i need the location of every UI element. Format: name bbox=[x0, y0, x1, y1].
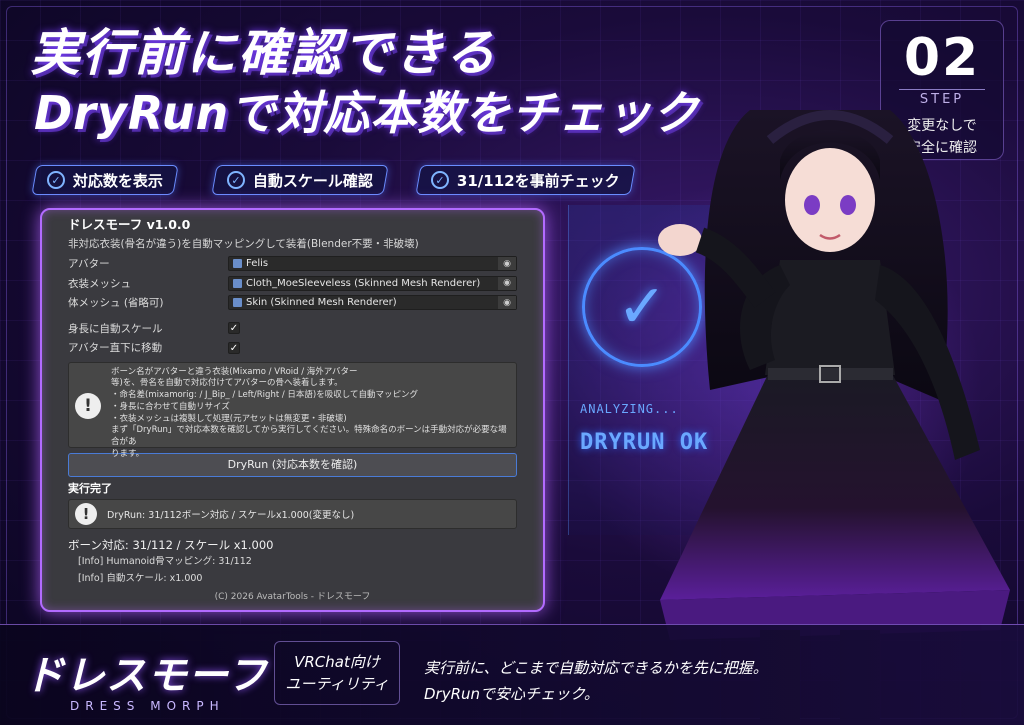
tagline-line1: 実行前に、どこまで自動対応できるかを先に把握。 bbox=[424, 659, 768, 677]
check-circle-icon: ✓ bbox=[227, 171, 245, 189]
logo-japanese: ドレスモーフ bbox=[24, 653, 268, 699]
body-mesh-label: 体メッシュ (省略可) bbox=[68, 297, 164, 310]
object-picker-icon[interactable]: ◉ bbox=[498, 296, 516, 310]
headline: 実行前に確認できる DryRunで対応本数をチェック bbox=[30, 22, 699, 142]
info-log-line: [Info] 自動スケール: x1.000 bbox=[78, 572, 203, 584]
move-under-avatar-row: アバター直下に移動 ✓ bbox=[68, 338, 517, 358]
info-log-line: [Info] Humanoid骨マッピング: 31/112 bbox=[78, 555, 252, 567]
cloth-mesh-label: 衣装メッシュ bbox=[68, 277, 131, 290]
vrc-line1: VRChat向け bbox=[294, 653, 380, 671]
avatar-field[interactable]: Felis ◉ bbox=[228, 256, 517, 272]
result-heading: 実行完了 bbox=[68, 481, 112, 495]
cloth-mesh-row: 衣装メッシュ Cloth_MoeSleeveless (Skinned Mesh… bbox=[68, 274, 517, 294]
help-line: 等)を、骨名を自動で対応付けてアバターの骨へ装着します。 bbox=[111, 378, 343, 389]
feature-chip-count: ✓ 対応数を表示 bbox=[31, 165, 179, 195]
auto-scale-label: 身長に自動スケール bbox=[68, 322, 163, 335]
headline-line2: DryRunで対応本数をチェック bbox=[34, 86, 700, 140]
feature-chip-precheck: ✓ 31/112を事前チェック bbox=[415, 165, 636, 195]
avatar-label: アバター bbox=[68, 258, 110, 271]
help-box: ! ボーン名がアバターと違う衣装(Mixamo / VRoid / 海外アバター… bbox=[68, 361, 517, 460]
avatar-row: アバター Felis ◉ bbox=[68, 254, 517, 274]
mesh-renderer-icon bbox=[233, 298, 242, 308]
help-line: ボーン名がアバターと違う衣装(Mixamo / VRoid / 海外アバター bbox=[111, 366, 358, 377]
panel-title: ドレスモーフ v1.0.0 bbox=[68, 217, 191, 232]
help-line: まず「DryRun」で対応本数を確認してから実行してください。特殊命名のボーンは… bbox=[111, 425, 507, 448]
object-picker-icon[interactable]: ◉ bbox=[498, 276, 516, 290]
mesh-renderer-icon bbox=[233, 278, 242, 288]
copyright: (C) 2026 AvatarTools - ドレスモーフ bbox=[214, 592, 371, 602]
help-line: ・衣装メッシュは複製して処理(元アセットは無変更・非破壊) bbox=[111, 413, 347, 424]
panel-subtitle: 非対応衣装(骨名が違う)を自動マッピングして装着(Blender不要・非破壊) bbox=[68, 238, 419, 250]
help-line: ・身長に合わせて自動リサイズ bbox=[111, 401, 230, 412]
auto-scale-checkbox[interactable]: ✓ bbox=[228, 322, 240, 335]
info-exclamation-icon: ! bbox=[75, 502, 97, 525]
help-text: ボーン名がアバターと違う衣装(Mixamo / VRoid / 海外アバター 等… bbox=[111, 366, 510, 460]
editor-window: ドレスモーフ v1.0.0 非対応衣装(骨名が違う)を自動マッピングして装着(B… bbox=[40, 208, 545, 612]
body-mesh-field[interactable]: Skin (Skinned Mesh Renderer) ◉ bbox=[228, 295, 517, 311]
cloth-mesh-field[interactable]: Cloth_MoeSleeveless (Skinned Mesh Render… bbox=[228, 275, 517, 291]
move-under-avatar-label: アバター直下に移動 bbox=[68, 342, 163, 355]
vrc-line2: ユーティリティ bbox=[285, 675, 389, 693]
headline-line1: 実行前に確認できる bbox=[30, 24, 497, 82]
move-under-avatar-checkbox[interactable]: ✓ bbox=[228, 341, 240, 354]
check-circle-icon: ✓ bbox=[47, 171, 65, 189]
cloth-mesh-field-value: Cloth_MoeSleeveless (Skinned Mesh Render… bbox=[246, 277, 481, 289]
body-mesh-field-value: Skin (Skinned Mesh Renderer) bbox=[246, 297, 397, 309]
info-exclamation-icon: ! bbox=[75, 392, 101, 419]
auto-scale-row: 身長に自動スケール ✓ bbox=[68, 319, 517, 339]
body-mesh-row: 体メッシュ (省略可) Skin (Skinned Mesh Renderer)… bbox=[68, 293, 517, 313]
result-text: DryRun: 31/112ボーン対応 / スケールx1.000(変更なし) bbox=[107, 509, 355, 521]
tagline-line2: DryRunで安心チェック。 bbox=[424, 685, 599, 703]
result-box: ! DryRun: 31/112ボーン対応 / スケールx1.000(変更なし) bbox=[68, 498, 517, 529]
avatar-field-value: Felis bbox=[246, 258, 269, 270]
feature-chip-label: 自動スケール確認 bbox=[253, 171, 374, 190]
avatar-object-icon bbox=[233, 259, 242, 269]
editor-panel: ドレスモーフ v1.0.0 非対応衣装(骨名が違う)を自動マッピングして装着(B… bbox=[68, 216, 517, 610]
logo-english: DRESS MORPH bbox=[70, 699, 225, 713]
feature-chip-label: 対応数を表示 bbox=[73, 171, 164, 190]
help-line: ・命名差(mixamorig: / J_Bip_ / Left/Right / … bbox=[111, 390, 418, 401]
vrchat-utility-badge: VRChat向け ユーティリティ bbox=[274, 641, 400, 705]
brand-logo: ドレスモーフ DRESS MORPH bbox=[24, 643, 268, 713]
feature-chip-label: 31/112を事前チェック bbox=[457, 171, 620, 190]
tagline: 実行前に、どこまで自動対応できるかを先に把握。 DryRunで安心チェック。 bbox=[424, 655, 768, 707]
feature-chip-scale: ✓ 自動スケール確認 bbox=[211, 165, 389, 195]
footer-bar: ドレスモーフ DRESS MORPH VRChat向け ユーティリティ 実行前に… bbox=[0, 624, 1024, 725]
bone-summary: ボーン対応: 31/112 / スケール x1.000 bbox=[68, 537, 274, 552]
object-picker-icon[interactable]: ◉ bbox=[498, 257, 516, 271]
check-circle-icon: ✓ bbox=[431, 171, 449, 189]
